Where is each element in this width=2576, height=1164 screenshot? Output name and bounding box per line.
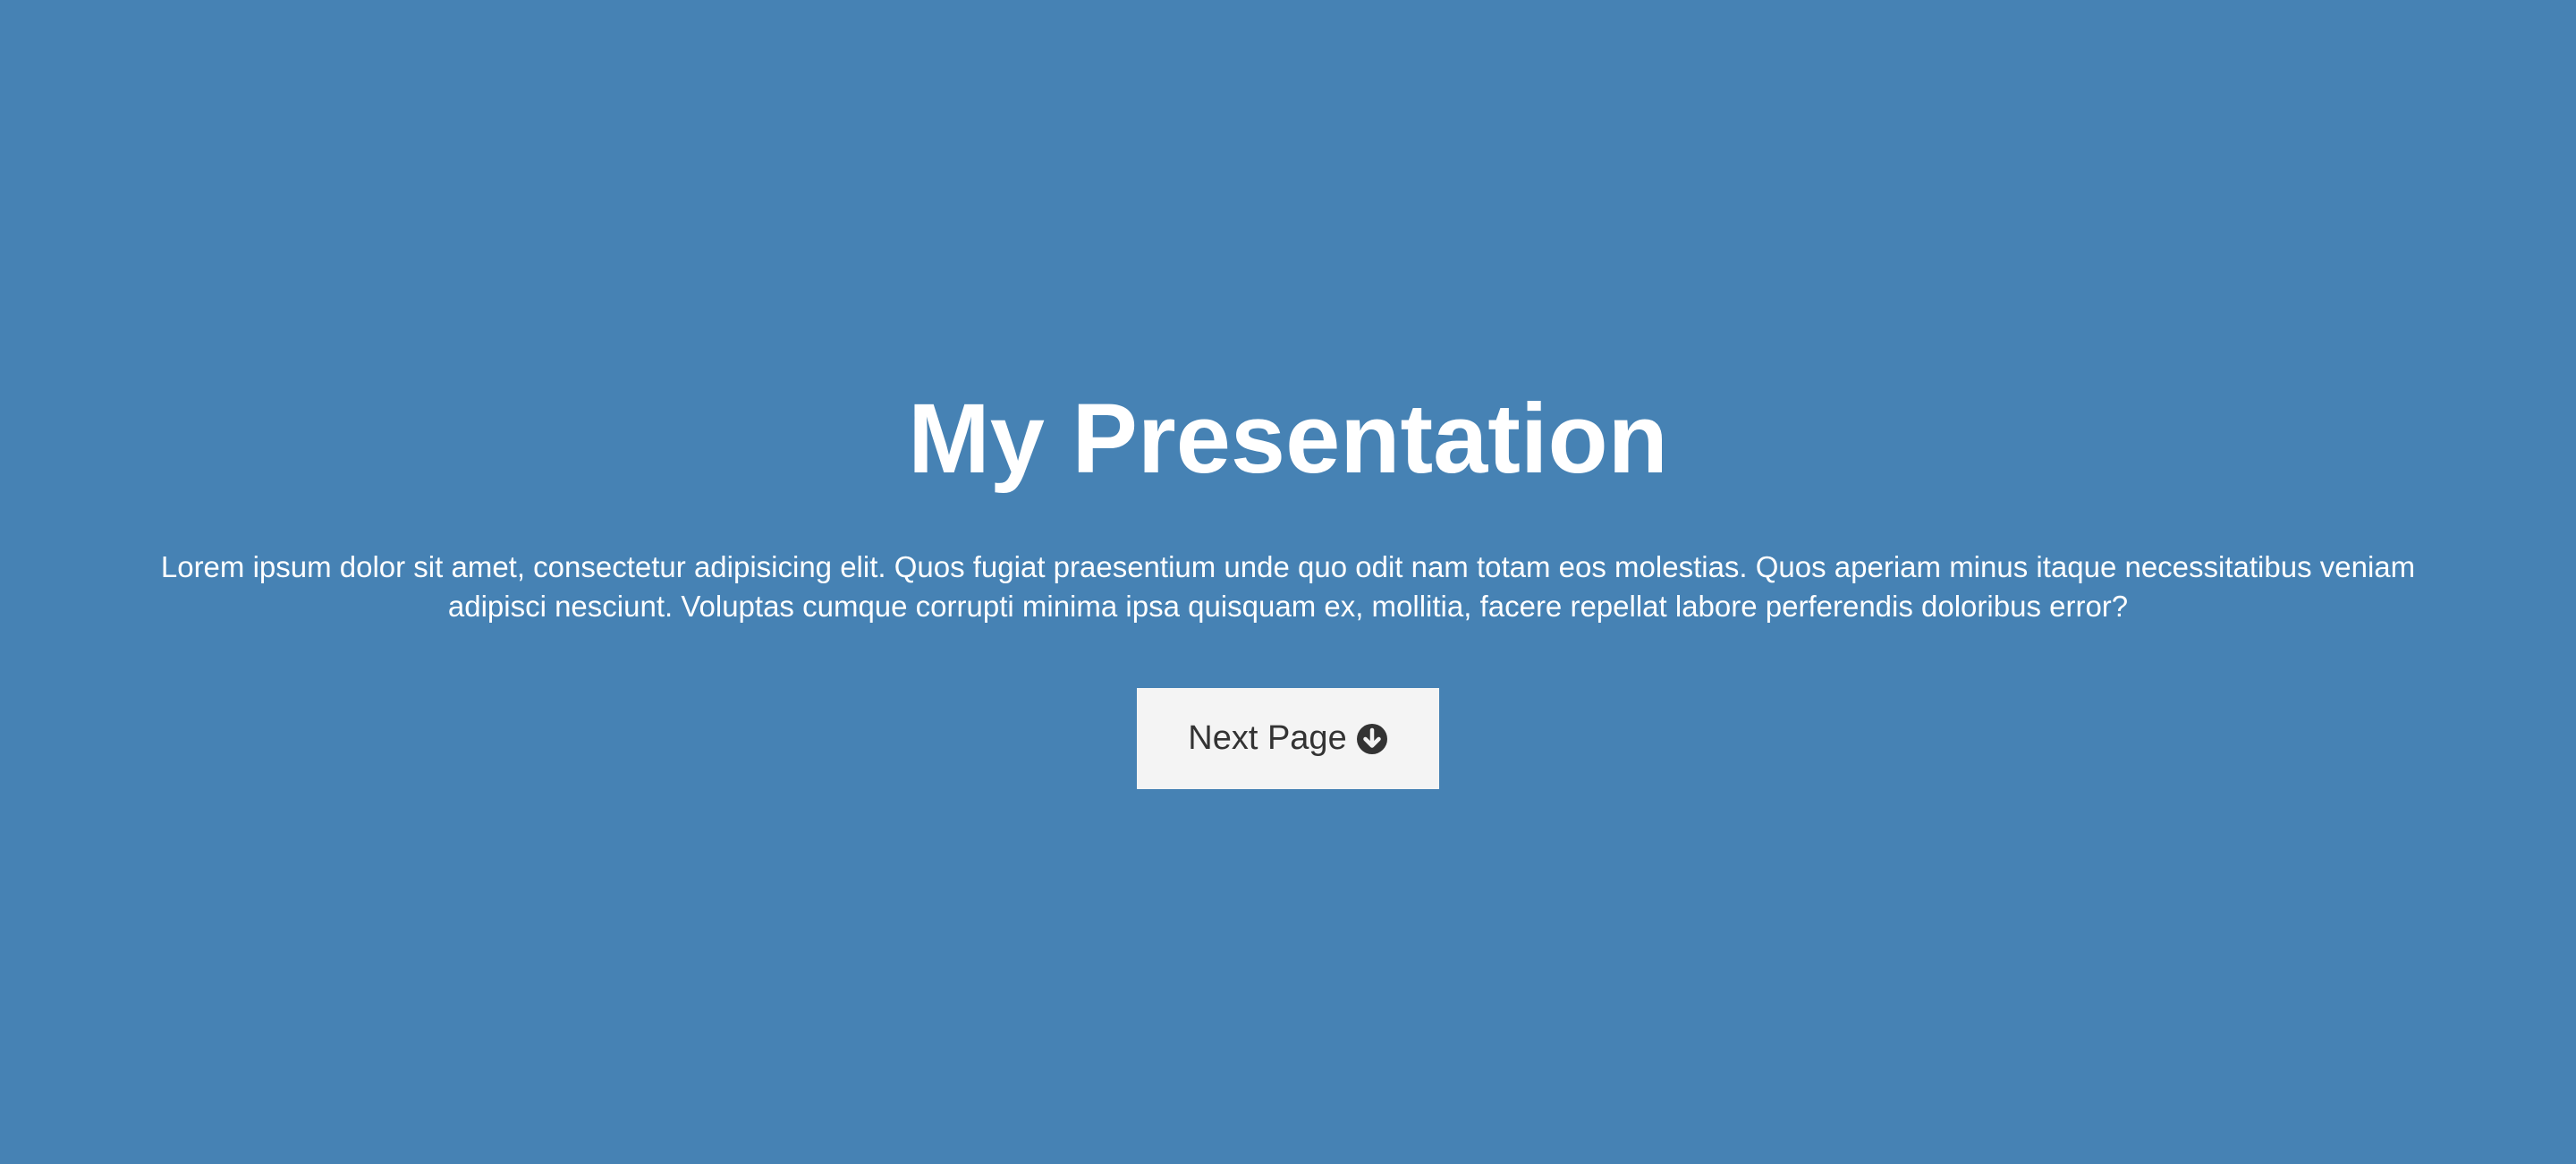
next-page-button-label: Next Page bbox=[1188, 719, 1347, 757]
next-page-button[interactable]: Next Page bbox=[1137, 688, 1439, 789]
arrow-circle-down-icon bbox=[1356, 723, 1388, 755]
page-title: My Presentation bbox=[908, 384, 1668, 494]
hero-description: Lorem ipsum dolor sit amet, consectetur … bbox=[160, 550, 2416, 623]
hero-section: My Presentation Lorem ipsum dolor sit am… bbox=[0, 0, 2576, 1164]
